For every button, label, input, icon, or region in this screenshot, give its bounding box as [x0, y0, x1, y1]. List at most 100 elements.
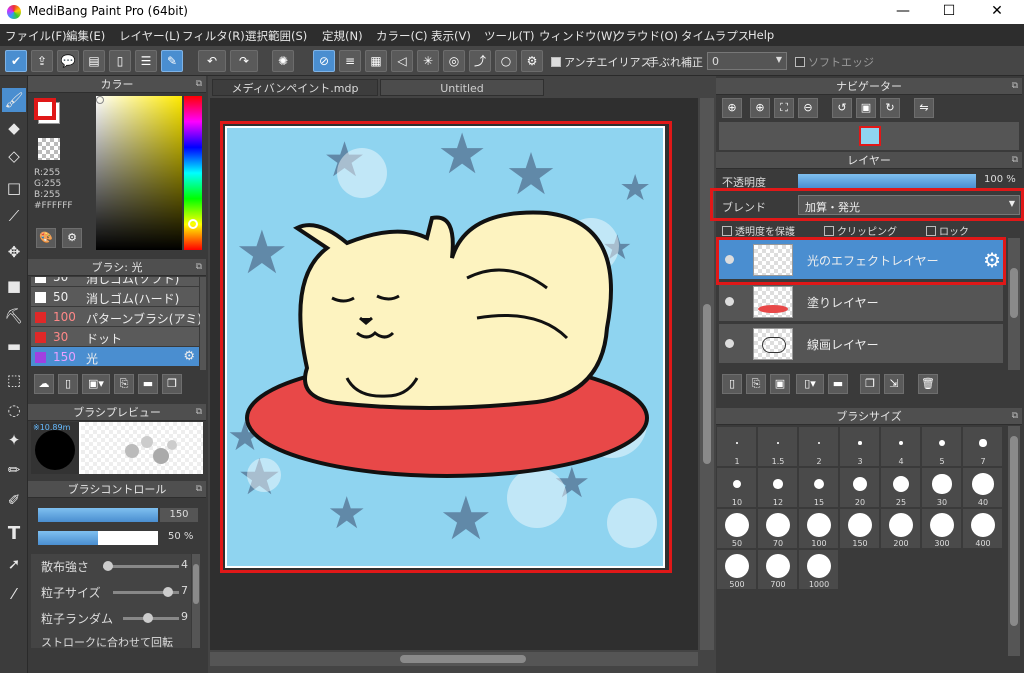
slider-handle[interactable]: [163, 587, 173, 597]
eyedropper-tool-icon[interactable]: ⁄: [2, 582, 26, 606]
rotate-right-icon[interactable]: ↻: [880, 98, 900, 118]
stabilizer-dropdown[interactable]: 0 ▼: [707, 52, 787, 70]
ellipse-snap-icon[interactable]: ○: [495, 50, 517, 72]
menu-file[interactable]: ファイル(F): [5, 28, 67, 44]
brush-settings-gear-icon[interactable]: ⚙: [183, 349, 195, 364]
brush-size-option[interactable]: 300: [922, 509, 962, 549]
magic-wand-tool-icon[interactable]: ✦: [2, 428, 26, 452]
pin-icon[interactable]: ⧉: [196, 76, 202, 93]
fit-to-window-icon[interactable]: ⛶: [774, 98, 794, 118]
brush-copy-icon[interactable]: ⎘: [114, 374, 134, 394]
eraser-tool-icon[interactable]: ◆: [2, 116, 26, 140]
grid-snap-icon[interactable]: ▦: [365, 50, 387, 72]
menu-view[interactable]: 表示(V): [431, 28, 471, 44]
brush-size-option[interactable]: 4: [881, 427, 921, 467]
soft-edge-checkbox[interactable]: ソフトエッジ: [795, 54, 874, 70]
cloud-save-icon[interactable]: ✔: [5, 50, 27, 72]
minimize-button[interactable]: —: [880, 0, 926, 24]
hue-slider-handle[interactable]: [188, 219, 198, 229]
no-snap-icon[interactable]: ⊘: [313, 50, 335, 72]
new-layer-copy-icon[interactable]: ⎘: [746, 374, 766, 394]
layer-paint[interactable]: 塗りレイヤー: [719, 282, 1003, 322]
scatter-slider[interactable]: [103, 561, 179, 571]
brush-size-option[interactable]: 50: [717, 509, 757, 549]
navigator-preview[interactable]: [719, 122, 1019, 150]
new-layer-icon[interactable]: ▯: [722, 374, 742, 394]
brush-size-option[interactable]: 20: [840, 468, 880, 508]
scrollbar-thumb[interactable]: [400, 655, 526, 663]
zoom-actual-icon[interactable]: ⊕: [722, 98, 742, 118]
close-button[interactable]: ✕: [974, 0, 1020, 24]
brush-size-bar[interactable]: [38, 508, 158, 522]
brush-item-hard-eraser[interactable]: 50 消しゴム(ハード): [31, 287, 199, 307]
pin-icon[interactable]: ⧉: [1012, 78, 1018, 95]
brush-size-option[interactable]: 1.5: [758, 427, 798, 467]
brush-size-option[interactable]: 1: [717, 427, 757, 467]
brush-size-scrollbar[interactable]: [1008, 426, 1020, 656]
duplicate-layer-icon[interactable]: ❐: [860, 374, 880, 394]
maximize-button[interactable]: ☐: [926, 0, 972, 24]
perspective-snap-icon[interactable]: ◁: [391, 50, 413, 72]
select-eraser-tool-icon[interactable]: ✐: [2, 488, 26, 512]
line-tool-icon[interactable]: ⟋: [2, 204, 26, 228]
foreground-color-swatch[interactable]: [34, 98, 56, 120]
brush-size-option[interactable]: 15: [799, 468, 839, 508]
pin-icon[interactable]: ⧉: [1012, 408, 1018, 425]
menu-timelapse[interactable]: タイムラプス: [681, 28, 749, 44]
gradient-tool-icon[interactable]: ▬: [2, 334, 26, 358]
brush-settings-scrollbar[interactable]: [192, 554, 200, 648]
zoom-in-icon[interactable]: ⊕: [750, 98, 770, 118]
bucket-tool-icon[interactable]: ⛏: [2, 304, 26, 328]
layer-list-scrollbar[interactable]: [1008, 238, 1020, 370]
brush-size-option[interactable]: 10: [717, 468, 757, 508]
palette-icon[interactable]: 🎨: [36, 228, 56, 248]
menu-ruler[interactable]: 定規(N): [322, 28, 363, 44]
clipping-checkbox[interactable]: クリッピング: [824, 223, 897, 238]
brush-size-option[interactable]: 100: [799, 509, 839, 549]
brush-size-option[interactable]: 400: [963, 509, 1003, 549]
new-layer-menu-icon[interactable]: ▣: [770, 374, 790, 394]
pin-icon[interactable]: ⧉: [196, 259, 202, 276]
brush-duplicate-icon[interactable]: ❐: [162, 374, 182, 394]
menu-cloud[interactable]: クラウド(O): [614, 28, 678, 44]
visibility-eye-icon[interactable]: [725, 339, 734, 348]
rectangle-tool-icon[interactable]: □: [2, 176, 26, 200]
brush-size-option[interactable]: 30: [922, 468, 962, 508]
brush-size-option[interactable]: 70: [758, 509, 798, 549]
brush-size-option[interactable]: 150: [840, 509, 880, 549]
pin-icon[interactable]: ⧉: [1012, 152, 1018, 169]
rotate-with-stroke-label[interactable]: ストロークに合わせて回転: [41, 634, 173, 648]
pin-icon[interactable]: ⧉: [196, 404, 202, 421]
radial-snap-icon[interactable]: ✳: [417, 50, 439, 72]
canvas-vertical-scrollbar[interactable]: [700, 98, 714, 650]
menu-tool[interactable]: ツール(T): [484, 28, 535, 44]
brush-tool-icon[interactable]: 🖌: [2, 88, 26, 112]
loading-icon[interactable]: ✺: [272, 50, 294, 72]
lock-checkbox[interactable]: ロック: [926, 223, 969, 238]
brush-add-menu-icon[interactable]: ▣▾: [82, 374, 110, 394]
curve-snap-icon[interactable]: ⤴: [469, 50, 491, 72]
pin-icon[interactable]: ⧉: [196, 481, 202, 498]
protect-alpha-checkbox[interactable]: 透明度を保護: [722, 223, 795, 238]
reset-rotation-icon[interactable]: ▣: [856, 98, 876, 118]
edit-list-icon[interactable]: ✎: [161, 50, 183, 72]
brush-size-option[interactable]: 7: [963, 427, 1003, 467]
layer-lineart[interactable]: 線画レイヤー: [719, 324, 1003, 364]
tab-medibang-mdp[interactable]: メディバンペイント.mdp: [212, 79, 378, 96]
select-rect-tool-icon[interactable]: ⬚: [2, 368, 26, 392]
menu-window[interactable]: ウィンドウ(W): [539, 28, 617, 44]
saturation-brightness-picker[interactable]: [96, 96, 182, 250]
brush-item-light[interactable]: 150 光 ⚙: [31, 347, 199, 367]
select-pen-tool-icon[interactable]: ✏: [2, 458, 26, 482]
scrollbar-thumb[interactable]: [703, 304, 711, 464]
brush-size-option[interactable]: 700: [758, 550, 798, 590]
menu-filter[interactable]: フィルタ(R): [182, 28, 245, 44]
zoom-out-icon[interactable]: ⊖: [798, 98, 818, 118]
delete-layer-trash-icon[interactable]: 🗑: [918, 374, 938, 394]
navigator-thumbnail[interactable]: [859, 126, 881, 146]
menu-selection[interactable]: 選択範囲(S): [245, 28, 307, 44]
menu-help[interactable]: Help: [748, 28, 774, 42]
brush-size-option[interactable]: 12: [758, 468, 798, 508]
particle-random-slider[interactable]: [123, 613, 179, 623]
move-tool-icon[interactable]: ✥: [2, 240, 26, 264]
